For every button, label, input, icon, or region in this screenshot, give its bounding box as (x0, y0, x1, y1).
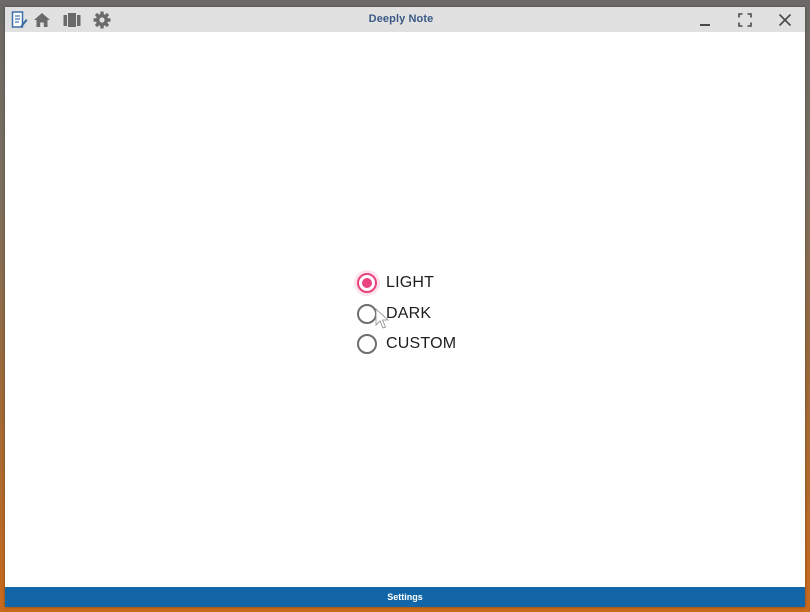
theme-option-custom[interactable]: CUSTOM (357, 329, 456, 360)
status-bar: Settings (5, 587, 805, 607)
theme-option-label: LIGHT (386, 274, 435, 292)
settings-content: LIGHT DARK CUSTOM (5, 32, 805, 587)
theme-option-label: DARK (386, 304, 432, 322)
theme-option-dark[interactable]: DARK (357, 299, 456, 330)
close-icon (778, 13, 792, 27)
app-window: Deeply Note LIGHT DARK CUSTOM Settings (5, 7, 805, 607)
maximize-button[interactable] (732, 9, 758, 31)
maximize-icon (738, 13, 752, 27)
window-title: Deeply Note (368, 13, 434, 25)
minimize-button[interactable] (692, 9, 718, 31)
title-bar[interactable]: Deeply Note (5, 7, 805, 32)
radio-custom[interactable] (357, 334, 377, 355)
theme-option-label: CUSTOM (386, 335, 457, 353)
minimize-icon (700, 24, 710, 26)
radio-light[interactable] (357, 273, 377, 294)
radio-dark[interactable] (357, 303, 377, 324)
theme-radio-group: LIGHT DARK CUSTOM (357, 268, 456, 360)
radio-ring (357, 303, 377, 324)
close-button[interactable] (772, 9, 798, 31)
status-bar-label: Settings (387, 592, 423, 602)
radio-ring (357, 334, 377, 355)
theme-option-light[interactable]: LIGHT (357, 268, 456, 299)
